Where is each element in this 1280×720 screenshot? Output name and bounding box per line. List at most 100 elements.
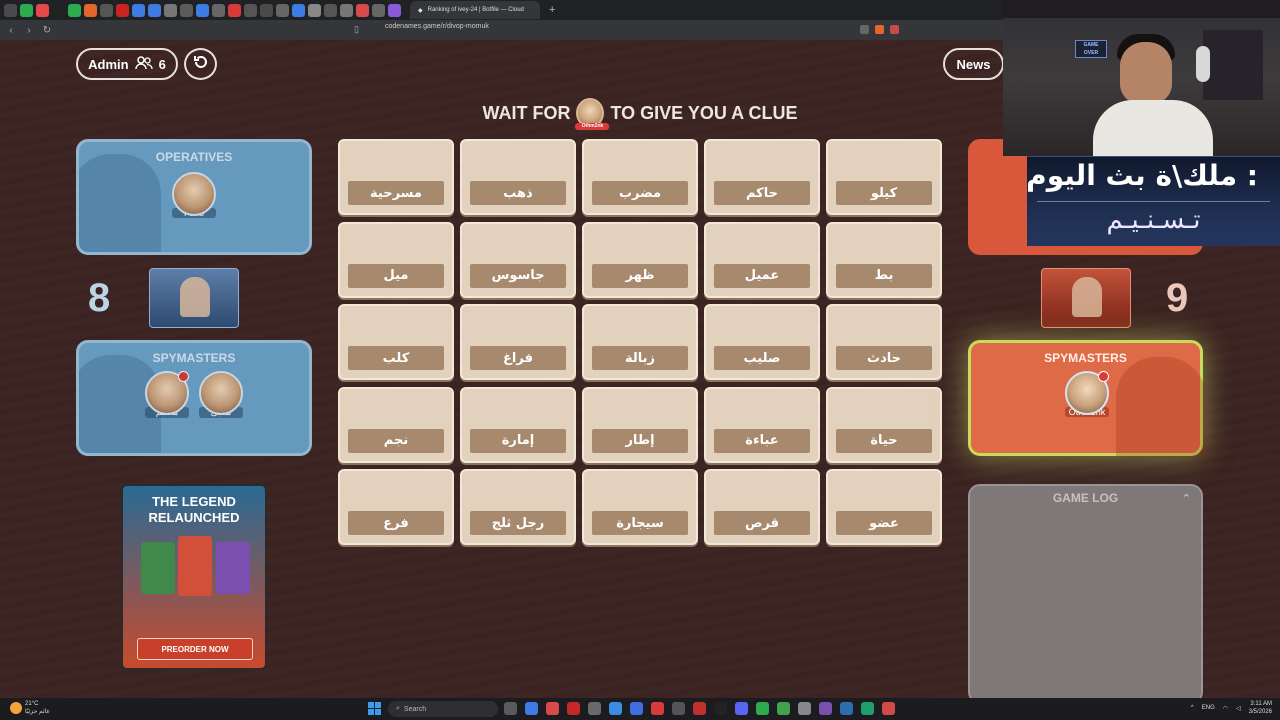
chevron-up-icon[interactable]: ⌃ bbox=[1182, 492, 1191, 505]
word-card[interactable]: إطار bbox=[582, 386, 698, 463]
taskbar-app-icon[interactable] bbox=[651, 702, 664, 715]
taskbar-app-icon[interactable] bbox=[735, 702, 748, 715]
word-card[interactable]: فراغ bbox=[460, 304, 576, 380]
active-tab[interactable]: ◆ Ranking of ivey-24 | Botfile — Cloud bbox=[410, 1, 540, 19]
pinned-tab-icon[interactable] bbox=[132, 3, 145, 17]
word-card[interactable]: عباءة bbox=[704, 386, 820, 463]
word-card-label: عضو bbox=[836, 511, 932, 535]
chevron-up-icon[interactable]: ^ bbox=[1191, 705, 1194, 711]
pinned-tab-icon[interactable] bbox=[52, 3, 65, 17]
windows-start-icon[interactable] bbox=[368, 702, 381, 715]
word-card[interactable]: بط bbox=[826, 221, 942, 298]
taskbar-app-icon[interactable] bbox=[798, 702, 811, 715]
word-card[interactable]: حياة bbox=[826, 386, 942, 463]
word-card[interactable]: سيجارة bbox=[582, 469, 698, 545]
taskbar-app-icon[interactable] bbox=[525, 702, 538, 715]
taskbar-app-icon[interactable] bbox=[756, 702, 769, 715]
red-spymaster-player[interactable]: Othm2nk bbox=[1065, 371, 1109, 417]
blue-spymaster-player[interactable]: سجى bbox=[199, 371, 243, 418]
pinned-tab-icon[interactable] bbox=[372, 3, 385, 17]
forward-icon[interactable]: › bbox=[22, 25, 36, 36]
pinned-tab-icon[interactable] bbox=[244, 3, 257, 17]
pinned-tab-icon[interactable] bbox=[164, 3, 177, 17]
taskbar-app-icon[interactable] bbox=[714, 702, 727, 715]
pinned-tab-icon[interactable] bbox=[100, 3, 113, 17]
language-indicator[interactable]: ENG bbox=[1202, 705, 1215, 711]
word-card[interactable]: مسرحية bbox=[338, 139, 454, 215]
preorder-button[interactable]: PREORDER NOW bbox=[137, 638, 253, 660]
admin-button[interactable]: Admin 6 bbox=[76, 48, 178, 80]
share-icon[interactable] bbox=[860, 25, 869, 34]
taskbar-app-icon[interactable] bbox=[567, 702, 580, 715]
word-card[interactable]: صليب bbox=[704, 304, 820, 380]
refresh-button[interactable] bbox=[184, 48, 217, 80]
pinned-tab-icon[interactable] bbox=[36, 3, 49, 17]
taskbar-app-icon[interactable] bbox=[861, 702, 874, 715]
pinned-tab-icon[interactable] bbox=[356, 3, 369, 17]
volume-icon[interactable]: ◁ bbox=[1236, 705, 1241, 712]
back-icon[interactable]: ‹ bbox=[4, 25, 18, 36]
pinned-tab-icon[interactable] bbox=[212, 3, 225, 17]
taskbar-app-icon[interactable] bbox=[840, 702, 853, 715]
word-card[interactable]: حادث bbox=[826, 304, 942, 380]
taskbar-app-icon[interactable] bbox=[672, 702, 685, 715]
word-card[interactable]: جاسوس bbox=[460, 221, 576, 298]
pinned-tab-icon[interactable] bbox=[180, 3, 193, 17]
taskbar-app-icon[interactable] bbox=[777, 702, 790, 715]
new-tab-button[interactable]: + bbox=[549, 4, 555, 16]
taskbar-app-icon[interactable] bbox=[588, 702, 601, 715]
word-card-label: ذهب bbox=[470, 181, 566, 205]
word-card[interactable]: ظهر bbox=[582, 221, 698, 298]
word-card[interactable]: حاكم bbox=[704, 139, 820, 215]
pinned-tab-icon[interactable] bbox=[228, 3, 241, 17]
pinned-tab-icon[interactable] bbox=[340, 3, 353, 17]
pinned-tab-icon[interactable] bbox=[324, 3, 337, 17]
pinned-tab-icon[interactable] bbox=[116, 3, 129, 17]
pinned-tab-icon[interactable] bbox=[308, 3, 321, 17]
bookmark-icon[interactable]: ▯ bbox=[354, 24, 359, 35]
word-card[interactable]: مضرب bbox=[582, 139, 698, 215]
word-card[interactable]: فرع bbox=[338, 469, 454, 545]
stream-overlay-divider bbox=[1037, 201, 1270, 202]
blue-operative-player[interactable]: Faris bbox=[172, 172, 216, 218]
word-card[interactable]: رجل ثلج bbox=[460, 469, 576, 545]
word-card[interactable]: عميل bbox=[704, 221, 820, 298]
word-card[interactable]: قرص bbox=[704, 469, 820, 545]
news-button[interactable]: News bbox=[943, 48, 1004, 80]
word-card-label: جاسوس bbox=[470, 263, 566, 288]
rewards-icon[interactable] bbox=[890, 25, 899, 34]
word-card[interactable]: زبالة bbox=[582, 304, 698, 380]
pinned-tab-icon[interactable] bbox=[276, 3, 289, 17]
pinned-tab-icon[interactable] bbox=[148, 3, 161, 17]
word-card[interactable]: نجم bbox=[338, 386, 454, 463]
taskbar-app-icon[interactable] bbox=[819, 702, 832, 715]
word-card[interactable]: ميل bbox=[338, 221, 454, 298]
taskbar-app-icon[interactable] bbox=[630, 702, 643, 715]
pinned-tab-icon[interactable] bbox=[20, 3, 33, 17]
taskbar-app-icon[interactable] bbox=[546, 702, 559, 715]
pinned-tab-icon[interactable] bbox=[68, 3, 81, 17]
weather-widget[interactable]: 21°C غائم جزئيًا bbox=[10, 700, 50, 716]
taskbar-app-icon[interactable] bbox=[504, 702, 517, 715]
taskbar-app-icon[interactable] bbox=[882, 702, 895, 715]
word-card[interactable]: إمارة bbox=[460, 386, 576, 463]
pinned-tab-icon[interactable] bbox=[388, 3, 401, 17]
word-card[interactable]: كلب bbox=[338, 304, 454, 380]
word-card[interactable]: كيلو bbox=[826, 139, 942, 215]
word-card[interactable]: عضو bbox=[826, 469, 942, 545]
brave-shield-icon[interactable] bbox=[875, 25, 884, 34]
pinned-tab-icon[interactable] bbox=[196, 3, 209, 17]
pinned-tab-icon[interactable] bbox=[292, 3, 305, 17]
taskbar-app-icon[interactable] bbox=[609, 702, 622, 715]
blue-spymaster-player[interactable]: معظم bbox=[145, 371, 189, 418]
pinned-tab-icon[interactable] bbox=[4, 3, 17, 17]
reload-icon[interactable]: ↻ bbox=[40, 25, 54, 36]
pinned-tab-icon[interactable] bbox=[84, 3, 97, 17]
pinned-tab-icon[interactable] bbox=[260, 3, 273, 17]
taskbar-search[interactable]: ⌕ Search bbox=[388, 701, 498, 717]
taskbar-app-icon[interactable] bbox=[693, 702, 706, 715]
wifi-icon[interactable]: ◠ bbox=[1223, 705, 1228, 712]
url-field[interactable]: codenames.game/r/divop-momuk bbox=[385, 23, 489, 30]
clock[interactable]: 3:11 AM 3/5/2026 bbox=[1249, 700, 1272, 716]
word-card[interactable]: ذهب bbox=[460, 139, 576, 215]
